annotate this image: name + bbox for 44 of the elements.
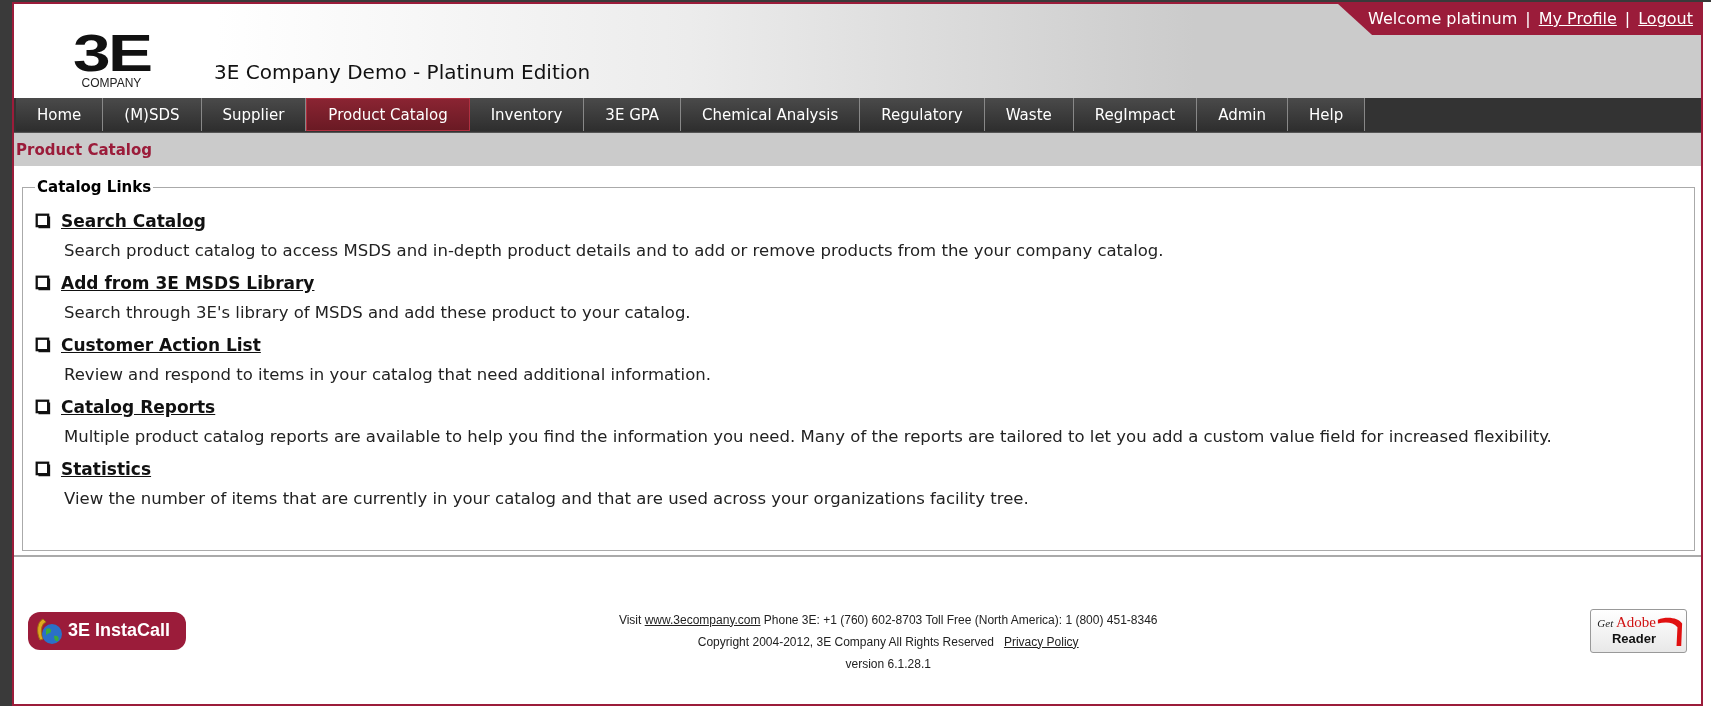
separator: |	[1624, 9, 1631, 28]
catalog-link[interactable]: Customer Action List	[61, 335, 261, 355]
logo-mark: 3E	[72, 30, 151, 76]
catalog-link[interactable]: Statistics	[61, 459, 152, 479]
instacall-button[interactable]: 3E InstaCall	[28, 611, 187, 650]
nav-tab[interactable]: Help	[1287, 98, 1366, 131]
link-description: Review and respond to items in your catalog that need additional information.	[64, 364, 712, 386]
contact-line: Visit www.3ecompany.com Phone 3E: +1 (760) 602-8703 Toll Free (North America): 1 (800) 451-8346	[618, 612, 1158, 627]
nav-tab[interactable]: Chemical Analysis	[681, 98, 861, 131]
profile-link[interactable]: My Profile	[1538, 9, 1617, 28]
nav-tab[interactable]: Waste	[984, 98, 1074, 131]
square-bullet-icon	[35, 213, 51, 229]
website-link[interactable]: www.3ecompany.com	[644, 612, 761, 627]
nav-tab[interactable]: 3E GPA	[584, 98, 682, 131]
copyright-line: Copyright 2004-2012, 3E Company All Rights Reserved Privacy Policy	[697, 634, 1079, 649]
privacy-link[interactable]: Privacy Policy	[1003, 634, 1079, 649]
catalog-link[interactable]: Catalog Reports	[61, 397, 216, 417]
nav-tab[interactable]: Product Catalog	[306, 98, 470, 131]
panel-legend: Catalog Links	[35, 178, 154, 196]
version-text: version 6.1.28.1	[845, 656, 931, 671]
link-description: Search through 3E's library of MSDS and add these product to your catalog.	[64, 302, 692, 324]
catalog-link[interactable]: Search Catalog	[61, 211, 206, 231]
logout-link[interactable]: Logout	[1638, 9, 1693, 28]
breadcrumb: Product Catalog	[16, 140, 152, 159]
app-title: 3E Company Demo - Platinum Edition	[214, 60, 591, 84]
nav-tab[interactable]: Home	[16, 98, 104, 131]
nav-tab[interactable]: Inventory	[469, 98, 585, 131]
link-description: Multiple product catalog reports are available to help you find the information you need. Many of the reports are tailored to let you add a custom value field for increased flexibility.	[64, 426, 1553, 448]
separator: |	[1525, 9, 1531, 28]
nav-tab[interactable]: Regulatory	[860, 98, 985, 131]
nav-tab[interactable]: RegImpact	[1073, 98, 1198, 131]
nav-tab[interactable]: (M)SDS	[103, 98, 202, 131]
square-bullet-icon	[35, 337, 51, 353]
square-bullet-icon	[35, 399, 51, 415]
nav-tab[interactable]: Supplier	[201, 98, 307, 131]
nav-tab[interactable]: Admin	[1197, 98, 1288, 131]
catalog-link[interactable]: Add from 3E MSDS Library	[61, 273, 315, 293]
welcome-text: Welcome platinum	[1368, 9, 1518, 28]
link-description: Search product catalog to access MSDS and in-depth product details and to add or remove products from the your company catalog.	[64, 240, 1165, 262]
logo-wordmark: COMPANY	[81, 76, 142, 90]
adobe-reader-button[interactable]: Get Adobe Reader	[1590, 608, 1687, 653]
square-bullet-icon	[35, 275, 51, 291]
link-description: View the number of items that are currently in your catalog and that are used across your organizations facility tree.	[64, 488, 1030, 510]
square-bullet-icon	[35, 461, 51, 477]
